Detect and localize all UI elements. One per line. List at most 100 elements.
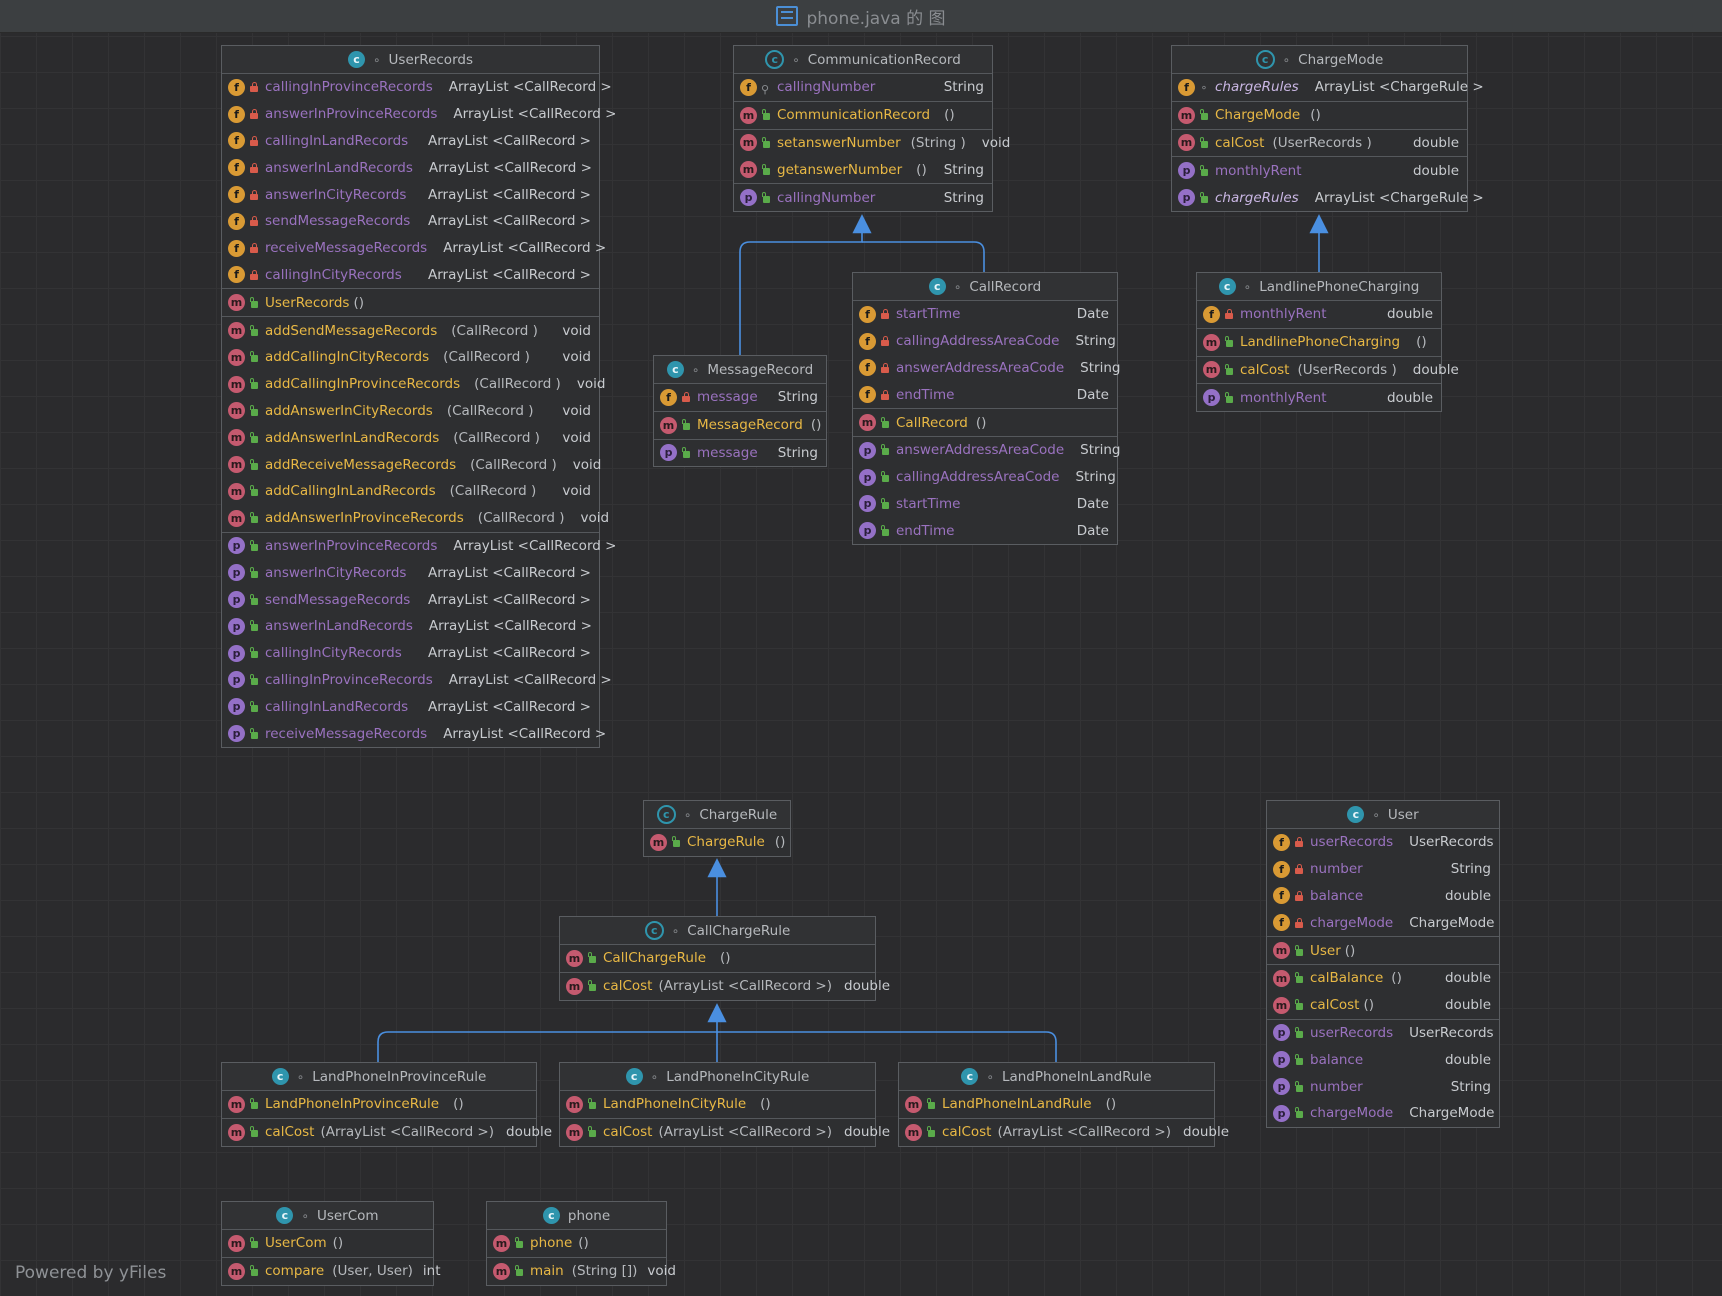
method-row[interactable]: m addCallingInCityRecords (CallRecord ) voi… — [222, 344, 599, 371]
class-node-user[interactable]: c ∘ User f userRecords UserRecords f number… — [1266, 800, 1500, 1128]
field-row[interactable]: f startTime Date — [853, 301, 1117, 328]
field-row[interactable]: f monthlyRent double — [1197, 301, 1441, 328]
property-row[interactable]: p monthlyRent double — [1197, 384, 1441, 411]
constructor-row[interactable]: m LandPhoneInLandRule () — [899, 1091, 1214, 1118]
class-node-landphoneinlandrule[interactable]: c ∘ LandPhoneInLandRule m LandPhoneInLand… — [898, 1062, 1229, 1147]
property-row[interactable]: p sendMessageRecords ArrayList <CallRecord… — [222, 586, 599, 613]
constructor-row[interactable]: m CallRecord () — [853, 409, 1117, 436]
method-row[interactable]: m calCost (UserRecords ) double — [1172, 130, 1467, 157]
property-row[interactable]: p answerInProvinceRecords ArrayList <CallR… — [222, 533, 616, 560]
field-row[interactable]: f callingNumber String — [734, 74, 992, 101]
method-name: addAnswerInCityRecords — [265, 402, 433, 419]
property-icon: p — [228, 644, 245, 662]
constructor-row[interactable]: m MessageRecord () — [654, 412, 826, 439]
method-row[interactable]: m calCost (ArrayList <CallRecord >) double — [560, 1119, 890, 1146]
method-row[interactable]: m calCost (ArrayList <CallRecord >) double — [222, 1119, 552, 1146]
method-row[interactable]: m addCallingInProvinceRecords (CallRecord … — [222, 371, 605, 398]
constructor-row[interactable]: m UserRecords() — [222, 289, 599, 316]
constructor-row[interactable]: m User() — [1267, 937, 1499, 964]
class-node-callchargerule[interactable]: c ∘ CallChargeRule m CallChargeRule () m ca… — [559, 916, 890, 1001]
class-node-userrecords[interactable]: c ∘ UserRecords f callingInProvinceRecord… — [221, 45, 616, 748]
method-icon: m — [660, 416, 677, 434]
class-node-landphoneincityrule[interactable]: c ∘ LandPhoneInCityRule m LandPhoneInCity… — [559, 1062, 890, 1147]
public-unlock-icon — [249, 404, 259, 417]
property-name: callingAddressAreaCode — [896, 469, 1060, 486]
property-name: monthlyRent — [1215, 162, 1302, 179]
property-row[interactable]: p balance double — [1267, 1046, 1499, 1073]
constructor-row[interactable]: m UserCom () — [222, 1230, 433, 1257]
method-row[interactable]: m addAnswerInLandRecords (CallRecord ) void — [222, 424, 599, 451]
class-node-chargemode[interactable]: c ∘ ChargeMode f chargeRules ArrayList <Ch… — [1171, 45, 1484, 212]
field-row[interactable]: f answerInLandRecords ArrayList <CallRecor… — [222, 154, 599, 181]
method-row[interactable]: m calCost (ArrayList <CallRecord >) double — [899, 1119, 1229, 1146]
field-row[interactable]: f balance double — [1267, 883, 1499, 910]
method-return-type: void — [981, 134, 1011, 151]
main-class-icon: c — [542, 1207, 560, 1224]
field-row[interactable]: f callingAddressAreaCode String — [853, 328, 1117, 355]
class-node-landphoneinprovincerule[interactable]: c ∘ LandPhoneInProvinceRule m LandPhoneIn… — [221, 1062, 552, 1147]
property-row[interactable]: p callingAddressAreaCode String — [853, 464, 1117, 491]
constructor-row[interactable]: m CommunicationRecord () — [734, 102, 992, 129]
method-row[interactable]: m addAnswerInProvinceRecords (CallRecord )… — [222, 505, 609, 532]
method-row[interactable]: m compare (User, User) int — [222, 1258, 441, 1285]
constructor-row[interactable]: m LandlinePhoneCharging () — [1197, 329, 1441, 356]
constructor-row[interactable]: m CallChargeRule () — [560, 945, 875, 972]
property-row[interactable]: p receiveMessageRecords ArrayList <CallRec… — [222, 720, 606, 747]
property-row[interactable]: p chargeRules ArrayList <ChargeRule > — [1172, 184, 1484, 211]
class-node-messagerecord[interactable]: c ∘ MessageRecord f message String m Messag… — [653, 355, 827, 468]
field-row[interactable]: f receiveMessageRecords ArrayList <CallRec… — [222, 235, 606, 262]
property-row[interactable]: p monthlyRent double — [1172, 157, 1467, 184]
field-row[interactable]: f sendMessageRecords ArrayList <CallRecord… — [222, 208, 599, 235]
property-row[interactable]: p answerAddressAreaCode String — [853, 437, 1120, 464]
class-node-chargerule[interactable]: c ∘ ChargeRule m ChargeRule () — [643, 800, 791, 857]
method-row[interactable]: m main (String []) void — [487, 1258, 676, 1285]
constructor-row[interactable]: m ChargeMode () — [1172, 102, 1467, 129]
property-row[interactable]: p callingInProvinceRecords ArrayList <Call… — [222, 667, 612, 694]
class-node-phone[interactable]: c phone m phone () m main (String []) void — [486, 1201, 676, 1286]
property-row[interactable]: p message String — [654, 440, 826, 467]
property-row[interactable]: p callingInLandRecords ArrayList <CallReco… — [222, 693, 599, 720]
property-row[interactable]: p startTime Date — [853, 491, 1117, 518]
field-row[interactable]: f endTime Date — [853, 381, 1117, 408]
field-row[interactable]: f callingInCityRecords ArrayList <CallReco… — [222, 262, 599, 289]
method-row[interactable]: m addCallingInLandRecords (CallRecord ) voi… — [222, 478, 599, 505]
class-node-landlinephonecharging[interactable]: c ∘ LandlinePhoneCharging f monthlyRent do… — [1196, 272, 1459, 413]
property-row[interactable]: p userRecords UserRecords — [1267, 1020, 1499, 1047]
field-row[interactable]: f chargeMode ChargeMode — [1267, 909, 1499, 936]
field-row[interactable]: f callingInProvinceRecords ArrayList <Call… — [222, 74, 612, 101]
method-row[interactable]: m calBalance () double — [1267, 965, 1499, 992]
constructor-row[interactable]: m LandPhoneInCityRule () — [560, 1091, 875, 1118]
property-row[interactable]: p answerInCityRecords ArrayList <CallRecor… — [222, 559, 599, 586]
field-row[interactable]: f number String — [1267, 856, 1499, 883]
class-node-usercom[interactable]: c ∘ UserCom m UserCom () m compare (User, Us… — [221, 1201, 441, 1286]
method-row[interactable]: m addSendMessageRecords (CallRecord ) void — [222, 317, 599, 344]
window-title-bar: phone.java 的 图 — [0, 0, 1722, 33]
constructor-row[interactable]: m phone () — [487, 1230, 666, 1257]
property-row[interactable]: p number String — [1267, 1073, 1499, 1100]
constructor-row[interactable]: m ChargeRule () — [644, 829, 790, 856]
field-row[interactable]: f message String — [654, 384, 826, 411]
constructor-name: LandPhoneInProvinceRule — [265, 1096, 440, 1113]
field-row[interactable]: f answerAddressAreaCode String — [853, 355, 1120, 382]
method-row[interactable]: m calCost (UserRecords ) double — [1197, 357, 1459, 384]
field-row[interactable]: f callingInLandRecords ArrayList <CallReco… — [222, 128, 599, 155]
method-row[interactable]: m setanswerNumber (String ) void — [734, 130, 1010, 157]
property-row[interactable]: p callingInCityRecords ArrayList <CallReco… — [222, 640, 599, 667]
property-row[interactable]: p answerInLandRecords ArrayList <CallRecor… — [222, 613, 599, 640]
property-row[interactable]: p endTime Date — [853, 517, 1117, 544]
method-row[interactable]: m addReceiveMessageRecords (CallRecord ) vo… — [222, 451, 601, 478]
method-row[interactable]: m addAnswerInCityRecords (CallRecord ) void — [222, 398, 599, 425]
method-row[interactable]: m calCost (ArrayList <CallRecord >) double — [560, 973, 890, 1000]
field-row[interactable]: f userRecords UserRecords — [1267, 829, 1499, 856]
field-row[interactable]: f chargeRules ArrayList <ChargeRule > — [1172, 74, 1484, 101]
protected-key-icon — [761, 81, 771, 93]
property-row[interactable]: p chargeMode ChargeMode — [1267, 1100, 1499, 1127]
field-row[interactable]: f answerInProvinceRecords ArrayList <CallR… — [222, 101, 616, 128]
property-row[interactable]: p callingNumber String — [734, 184, 992, 211]
class-node-callrecord[interactable]: c ∘ CallRecord f startTime Date f callingAd… — [852, 272, 1120, 546]
field-row[interactable]: f answerInCityRecords ArrayList <CallRecor… — [222, 181, 599, 208]
class-node-communicationrecord[interactable]: c ∘ CommunicationRecord f callingNumber St… — [733, 45, 1010, 212]
method-row[interactable]: m getanswerNumber () String — [734, 156, 992, 183]
method-row[interactable]: m calCost() double — [1267, 992, 1499, 1019]
constructor-row[interactable]: m LandPhoneInProvinceRule () — [222, 1091, 536, 1118]
